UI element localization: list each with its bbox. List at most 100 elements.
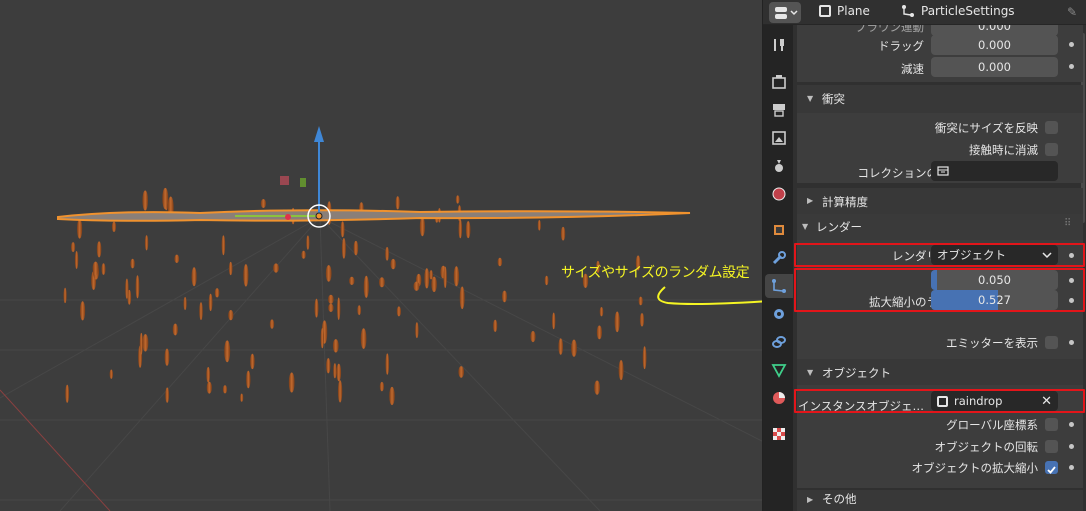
raindrop-particle (618, 360, 624, 381)
properties-tab-bar (763, 25, 793, 511)
render-expand-triangle-icon[interactable]: ▼ (802, 222, 808, 231)
collision-expand-triangle-icon[interactable]: ▼ (807, 94, 813, 103)
object-scale-keyframe-dot[interactable] (1069, 465, 1074, 470)
tab-particles[interactable] (765, 274, 793, 298)
raindrop-particle (328, 303, 334, 312)
collision-title: 衝突 (822, 92, 845, 106)
drag-handle-icon[interactable]: ⠿ (1064, 218, 1071, 229)
drag-keyframe-dot[interactable] (1069, 42, 1074, 47)
raindrop-particle (571, 339, 577, 357)
particles-breadcrumb-icon (902, 5, 914, 17)
raindrop-particle (273, 263, 279, 273)
editor-type-button[interactable] (769, 2, 801, 23)
damp-field[interactable]: 0.000 (931, 57, 1058, 77)
show-emitter-checkbox[interactable] (1045, 336, 1058, 349)
breadcrumb-particle-settings[interactable]: ParticleSettings (901, 4, 1015, 18)
object-square-icon (819, 5, 831, 17)
3d-viewport[interactable]: サイズやサイズのランダム設定 (0, 0, 762, 511)
pin-icon[interactable]: ✎ (1067, 5, 1077, 19)
raindrop-particle (74, 251, 79, 269)
raindrop-particle (497, 257, 503, 267)
global-coords-checkbox[interactable] (1045, 418, 1058, 431)
drag-label: ドラッグ (878, 39, 924, 53)
output-icon (773, 104, 785, 117)
raindrop-particle (363, 275, 369, 298)
raindrop-particle (172, 323, 178, 336)
tab-material[interactable] (767, 386, 791, 410)
checkmark-icon (1047, 466, 1056, 474)
object-rotation-checkbox[interactable] (1045, 440, 1058, 453)
raindrop-particle (164, 348, 170, 366)
object-scale-checkbox[interactable] (1045, 461, 1058, 474)
raindrop-particle (222, 385, 228, 394)
tab-physics[interactable] (767, 302, 791, 326)
tab-modifier[interactable] (767, 246, 791, 270)
raindrop-particle (415, 322, 419, 339)
collision-collection-field[interactable] (931, 161, 1058, 181)
raindrop-particle (191, 267, 197, 287)
raindrop-particle (639, 313, 645, 327)
view-layer-icon (772, 131, 786, 145)
viewport-canvas[interactable] (0, 0, 762, 511)
raindrop-particle (328, 294, 334, 304)
object-rotation-keyframe-dot[interactable] (1069, 444, 1074, 449)
tab-texture[interactable] (767, 422, 791, 446)
raindrop-particle (336, 363, 342, 382)
particles-icon (772, 279, 786, 293)
show-emitter-keyframe-dot[interactable] (1069, 340, 1074, 345)
properties-header: Plane ParticleSettings ✎ (763, 0, 1086, 25)
tab-world[interactable] (767, 182, 791, 206)
tab-tool[interactable] (767, 33, 791, 57)
raindrop-particle (333, 363, 337, 379)
breadcrumb-object[interactable]: Plane (819, 4, 870, 18)
object-title: オブジェクト (822, 366, 891, 380)
tab-scene[interactable] (767, 154, 791, 178)
precision-collapse-triangle-icon[interactable]: ▶ (807, 196, 813, 205)
other-title: その他 (822, 492, 857, 506)
raindrop-particle (111, 221, 117, 232)
raindrop-particle (125, 278, 129, 299)
raindrop-particle (314, 298, 319, 318)
raindrop-particle (288, 372, 295, 393)
raindrop-particle (429, 270, 433, 280)
tab-render[interactable] (767, 70, 791, 94)
properties-content[interactable]: ブラウン運動 0.000 ドラッグ 0.000 減速 0.000 ▼ 衝突 衝突… (794, 25, 1086, 511)
raindrop-particle (65, 384, 70, 403)
breadcrumb-object-name: Plane (837, 4, 870, 18)
tab-output[interactable] (767, 98, 791, 122)
properties-editor: Plane ParticleSettings ✎ ブラウン運動 0.000 ドラ… (762, 0, 1086, 511)
raindrop-particle (228, 261, 233, 276)
raindrop-particle (537, 220, 541, 231)
damp-keyframe-dot[interactable] (1069, 64, 1074, 69)
other-collapse-triangle-icon[interactable]: ▶ (807, 495, 813, 504)
drag-field[interactable]: 0.000 (931, 35, 1058, 55)
tab-object-data[interactable] (767, 358, 791, 382)
annotation-text: サイズやサイズのランダム設定 (561, 265, 750, 281)
collision-size-checkbox[interactable] (1045, 121, 1058, 134)
global-coords-keyframe-dot[interactable] (1069, 422, 1074, 427)
breadcrumb-settings-name: ParticleSettings (921, 4, 1015, 18)
editor-type-icon (775, 7, 798, 19)
object-expand-triangle-icon[interactable]: ▼ (807, 368, 813, 377)
object-data-icon (771, 364, 787, 378)
raindrop-particle (183, 297, 187, 310)
raindrop-particle (101, 263, 106, 275)
raindrop-particle (206, 367, 211, 383)
raindrop-particle (455, 195, 460, 204)
tab-view-layer[interactable] (767, 126, 791, 150)
collision-die-checkbox[interactable] (1045, 143, 1058, 156)
highlight-render-method (794, 243, 1085, 267)
object-scale-label: オブジェクトの拡大縮小 (911, 461, 1039, 475)
raindrop-particle (465, 221, 471, 239)
emitter-plane (57, 209, 691, 222)
show-emitter-label: エミッターを表示 (946, 336, 1038, 350)
raindrop-particle (379, 277, 385, 288)
highlight-instance-object (794, 389, 1085, 413)
tab-constraints[interactable] (767, 330, 791, 354)
raindrop-particle (453, 266, 460, 287)
raindrop-particle (558, 338, 563, 355)
raindrop-particle (340, 221, 345, 238)
raindrop-particle (443, 266, 447, 288)
tab-object[interactable] (767, 218, 791, 242)
render-title: レンダー (816, 220, 862, 234)
